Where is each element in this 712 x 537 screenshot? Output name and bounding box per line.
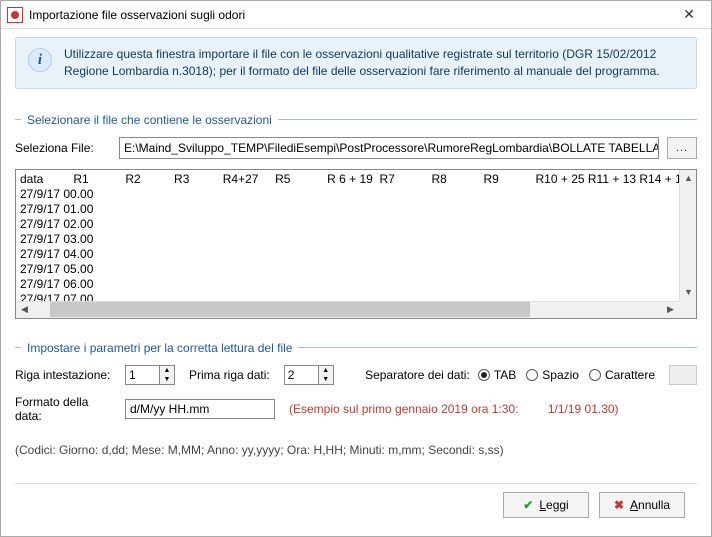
content-area: i Utilizzare questa finestra importare i… bbox=[1, 29, 711, 536]
format-codes-hint: (Codici: Giorno: d,dd; Mese: M,MM; Anno:… bbox=[15, 443, 697, 457]
preview-row: 27/9/17 04.00 bbox=[20, 247, 93, 261]
first-data-input[interactable] bbox=[284, 365, 318, 385]
preview-header: data R1 R2 R3 R4+27 R5 R 6 + 19 R7 R8 R9… bbox=[20, 172, 696, 186]
radio-icon bbox=[478, 369, 490, 381]
radio-icon bbox=[526, 369, 538, 381]
separator-radio-tab[interactable]: TAB bbox=[478, 368, 516, 382]
dialog-window: Importazione file osservazioni sugli odo… bbox=[0, 0, 712, 537]
separator-group: Separatore dei dati: TAB Spazio Caratter… bbox=[365, 365, 697, 385]
browse-button[interactable]: ... bbox=[667, 137, 697, 159]
app-icon bbox=[7, 7, 23, 23]
horizontal-scrollbar[interactable]: ◀ ▶ bbox=[16, 301, 679, 318]
date-example: (Esempio sul primo gennaio 2019 ora 1:30… bbox=[289, 402, 619, 416]
info-banner: i Utilizzare questa finestra importare i… bbox=[15, 37, 697, 89]
x-icon: ✖ bbox=[614, 498, 624, 512]
separator-radio-char[interactable]: Carattere bbox=[589, 368, 655, 382]
scroll-right-icon[interactable]: ▶ bbox=[662, 301, 679, 318]
scroll-up-icon[interactable]: ▲ bbox=[680, 170, 697, 187]
spin-down-icon[interactable]: ▼ bbox=[160, 375, 174, 384]
separator-char-input[interactable] bbox=[669, 365, 697, 385]
file-row: Seleziona File: E:\Maind_Sviluppo_TEMP\F… bbox=[15, 137, 697, 159]
date-format-input[interactable]: d/M/yy HH.mm bbox=[125, 399, 275, 419]
spin-up-icon[interactable]: ▲ bbox=[319, 366, 333, 375]
check-icon: ✔ bbox=[523, 498, 533, 512]
info-icon: i bbox=[28, 48, 52, 72]
scroll-down-icon[interactable]: ▼ bbox=[680, 284, 697, 301]
params-row-2: Formato della data: d/M/yy HH.mm (Esempi… bbox=[15, 395, 697, 423]
header-row-spinner[interactable]: ▲▼ bbox=[125, 365, 175, 385]
header-row-input[interactable] bbox=[125, 365, 159, 385]
preview-row: 27/9/17 00.00 bbox=[20, 187, 93, 201]
spin-down-icon[interactable]: ▼ bbox=[319, 375, 333, 384]
titlebar: Importazione file osservazioni sugli odo… bbox=[1, 1, 711, 29]
cancel-button[interactable]: ✖ Annulla bbox=[599, 492, 685, 518]
preview-row: 27/9/17 01.00 bbox=[20, 202, 93, 216]
scroll-corner bbox=[679, 301, 696, 318]
preview-row: 27/9/17 03.00 bbox=[20, 232, 93, 246]
spin-up-icon[interactable]: ▲ bbox=[160, 366, 174, 375]
preview-text[interactable]: data R1 R2 R3 R4+27 R5 R 6 + 19 R7 R8 R9… bbox=[16, 170, 696, 318]
first-data-label: Prima riga dati: bbox=[189, 368, 270, 382]
preview-row: 27/9/17 06.00 bbox=[20, 277, 93, 291]
params-area: Riga intestazione: ▲▼ Prima riga dati: ▲… bbox=[15, 365, 697, 457]
preview-row: 27/9/17 02.00 bbox=[20, 217, 93, 231]
preview-row: 27/9/17 05.00 bbox=[20, 262, 93, 276]
separator-label: Separatore dei dati: bbox=[365, 368, 470, 382]
dialog-footer: ✔ Leggi ✖ Annulla bbox=[15, 483, 697, 526]
first-data-spinner[interactable]: ▲▼ bbox=[284, 365, 334, 385]
read-button[interactable]: ✔ Leggi bbox=[503, 492, 589, 518]
scroll-left-icon[interactable]: ◀ bbox=[16, 301, 33, 318]
header-row-label: Riga intestazione: bbox=[15, 368, 111, 382]
window-title: Importazione file osservazioni sugli odo… bbox=[29, 8, 667, 22]
radio-icon bbox=[589, 369, 601, 381]
file-path-input[interactable]: E:\Maind_Sviluppo_TEMP\FilediEsempi\Post… bbox=[119, 137, 659, 159]
params-row-1: Riga intestazione: ▲▼ Prima riga dati: ▲… bbox=[15, 365, 697, 385]
separator-radio-space[interactable]: Spazio bbox=[526, 368, 579, 382]
file-label: Seleziona File: bbox=[15, 141, 111, 155]
scroll-thumb[interactable] bbox=[50, 302, 530, 317]
section-params-title: Impostare i parametri per la corretta le… bbox=[15, 341, 697, 355]
vertical-scrollbar[interactable]: ▲ ▼ bbox=[679, 170, 696, 301]
file-preview: data R1 R2 R3 R4+27 R5 R 6 + 19 R7 R8 R9… bbox=[15, 169, 697, 319]
section-select-title: Selezionare il file che contiene le osse… bbox=[15, 113, 697, 127]
date-format-label: Formato della data: bbox=[15, 395, 111, 423]
info-text: Utilizzare questa finestra importare il … bbox=[64, 46, 684, 80]
close-button[interactable]: ✕ bbox=[667, 1, 711, 29]
